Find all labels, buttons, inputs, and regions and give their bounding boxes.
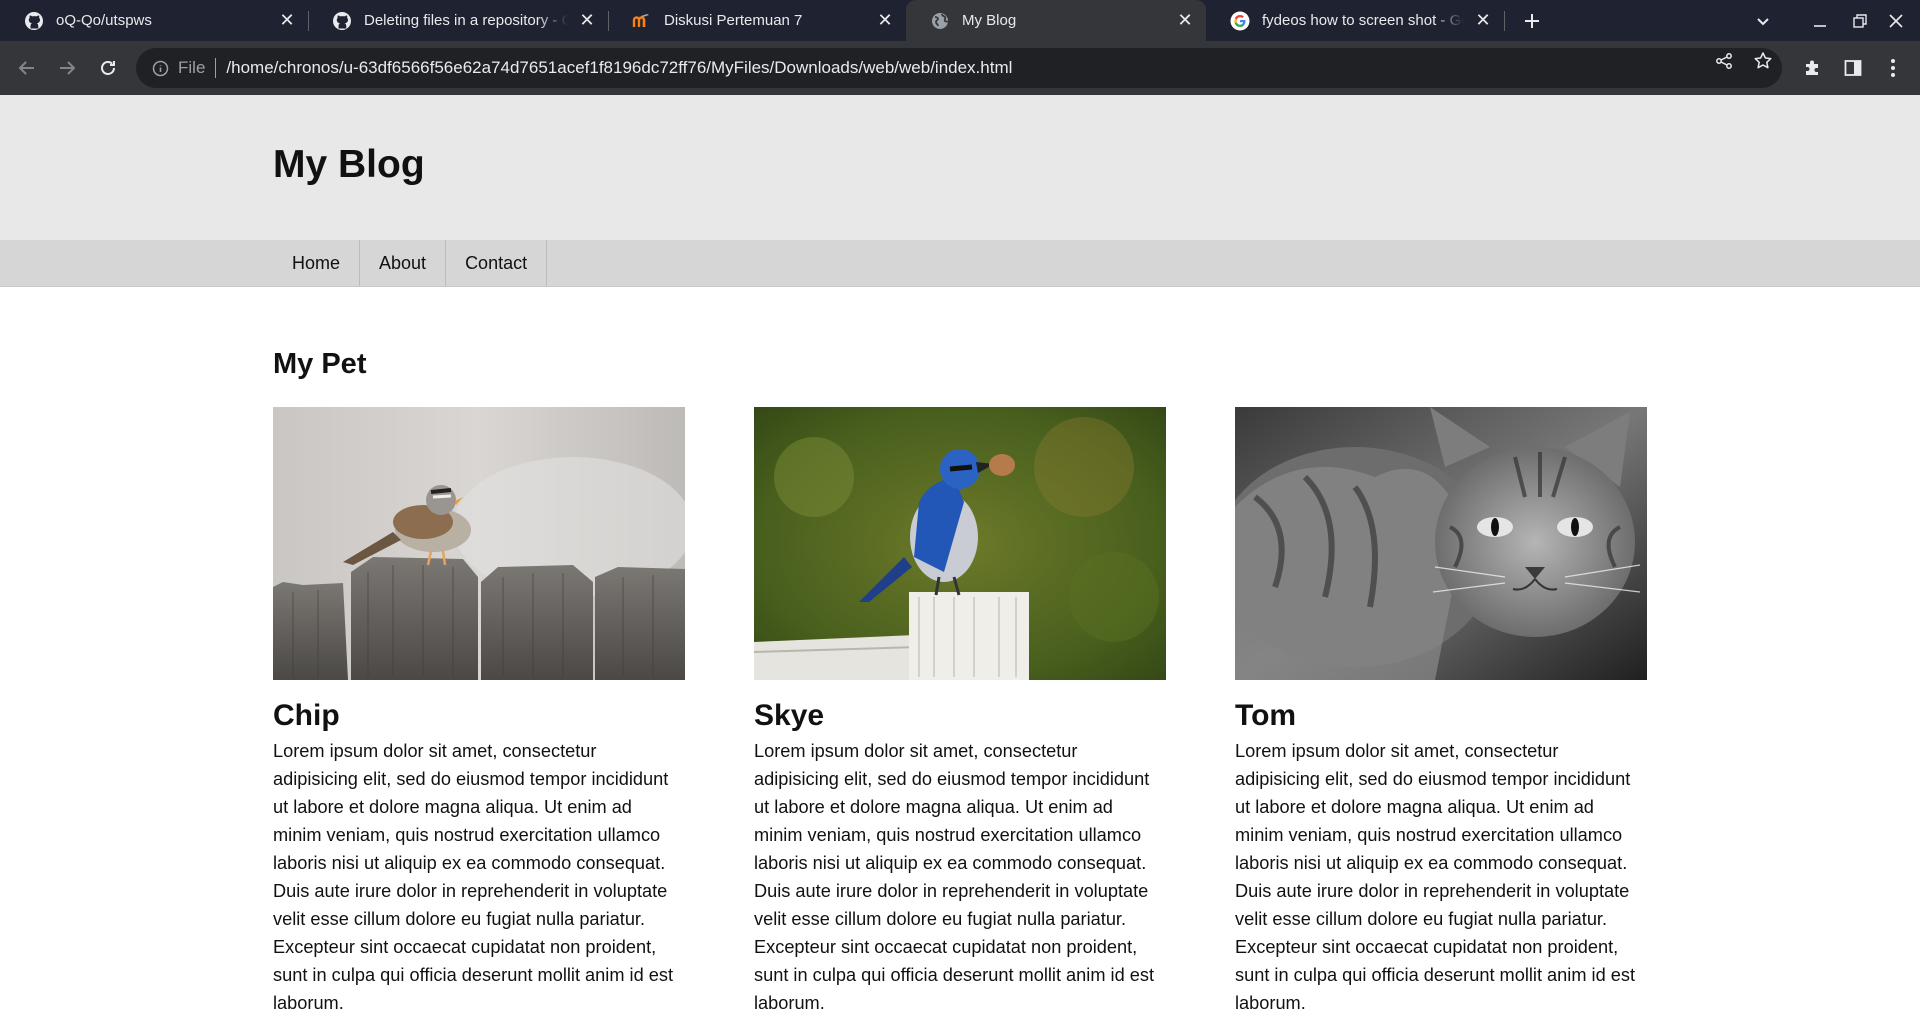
page-viewport: My Blog Home About Contact My Pet Chip L… [0, 95, 1920, 1020]
close-icon [1889, 13, 1903, 28]
close-window-button[interactable] [1876, 0, 1916, 41]
tab-diskusi[interactable]: Diskusi Pertemuan 7 ✕ [608, 0, 906, 41]
tab-title: Deleting files in a repository - GitHub [364, 12, 568, 29]
tab-title: Diskusi Pertemuan 7 [664, 12, 803, 29]
restore-icon [1853, 13, 1867, 28]
nav-link-home[interactable]: Home [273, 240, 361, 286]
nav-link-about[interactable]: About [360, 240, 447, 286]
side-panel-button[interactable] [1835, 50, 1871, 86]
pet-card-chip: Chip Lorem ipsum dolor sit amet, consect… [273, 407, 685, 1017]
pet-description: Lorem ipsum dolor sit amet, consectetur … [754, 741, 1155, 1013]
site-header: My Blog [0, 95, 1920, 240]
pet-name: Tom [1235, 699, 1297, 732]
minimize-button[interactable] [1800, 0, 1840, 41]
browser-menu-button[interactable] [1875, 50, 1911, 86]
arrow-right-icon [60, 61, 76, 75]
site-title: My Blog [273, 143, 425, 186]
url-text[interactable]: /home/chronos/u-63df6566f56e62a74d7651ac… [226, 58, 1012, 78]
close-tab-icon[interactable]: ✕ [1174, 10, 1196, 32]
minimize-icon [1814, 24, 1826, 27]
arrow-left-icon [18, 61, 34, 75]
github-icon [24, 11, 44, 31]
reload-icon [101, 61, 115, 75]
close-tab-icon[interactable]: ✕ [874, 10, 896, 32]
close-tab-icon[interactable]: ✕ [1472, 10, 1494, 32]
extensions-button[interactable] [1795, 50, 1831, 86]
chevron-down-icon [1757, 17, 1769, 25]
github-icon [332, 11, 352, 31]
tab-strip: oQ-Qo/utspws ✕ Deleting files in a repos… [0, 0, 1920, 41]
new-tab-button[interactable] [1512, 0, 1552, 41]
close-tab-icon[interactable]: ✕ [576, 10, 598, 32]
restore-button[interactable] [1840, 0, 1880, 41]
tab-deleting-files[interactable]: Deleting files in a repository - GitHub … [308, 0, 608, 41]
side-panel-icon [1844, 60, 1862, 76]
moodle-icon [632, 11, 652, 31]
share-icon[interactable] [1714, 51, 1734, 71]
more-vert-icon [1891, 59, 1895, 77]
url-scheme-label: File [178, 58, 206, 77]
pet-description: Lorem ipsum dolor sit amet, consectetur … [1235, 741, 1636, 1013]
tab-separator [1504, 11, 1505, 31]
tab-title: fydeos how to screen shot - Google Searc… [1262, 12, 1464, 29]
pet-card-skye: Skye Lorem ipsum dolor sit amet, consect… [754, 407, 1166, 1017]
address-bar[interactable]: File /home/chronos/u-63df6566f56e62a74d7… [136, 48, 1782, 88]
scheme-divider [215, 58, 217, 78]
google-icon [1230, 11, 1250, 31]
browser-toolbar: File /home/chronos/u-63df6566f56e62a74d7… [0, 41, 1920, 95]
close-tab-icon[interactable]: ✕ [276, 10, 298, 32]
back-button[interactable] [9, 50, 45, 86]
pet-name: Skye [754, 699, 825, 732]
forward-button[interactable] [49, 50, 85, 86]
plus-icon [1525, 13, 1539, 28]
puzzle-icon [1806, 60, 1818, 75]
tab-search-button[interactable] [1743, 0, 1783, 41]
pet-photo-blue-jay [754, 407, 1166, 680]
nav-link-contact[interactable]: Contact [446, 240, 548, 286]
tab-google-search[interactable]: fydeos how to screen shot - Google Searc… [1206, 0, 1504, 41]
section-title: My Pet [273, 348, 367, 380]
pet-photo-sparrow [273, 407, 685, 680]
pet-photo-tabby-cat [1235, 407, 1647, 680]
pet-card-tom: Tom Lorem ipsum dolor sit amet, consecte… [1235, 407, 1647, 1017]
info-icon[interactable] [150, 58, 170, 78]
pet-name: Chip [273, 699, 340, 732]
site-nav: Home About Contact [0, 240, 1920, 287]
tab-title: My Blog [962, 12, 1017, 29]
tab-utspws[interactable]: oQ-Qo/utspws ✕ [0, 0, 308, 41]
pet-description: Lorem ipsum dolor sit amet, consectetur … [273, 741, 674, 1013]
reload-button[interactable] [90, 50, 126, 86]
bookmark-star-icon[interactable] [1753, 51, 1773, 71]
globe-icon [930, 11, 950, 31]
tab-my-blog[interactable]: My Blog ✕ [906, 0, 1206, 41]
tab-title: oQ-Qo/utspws [56, 12, 152, 29]
